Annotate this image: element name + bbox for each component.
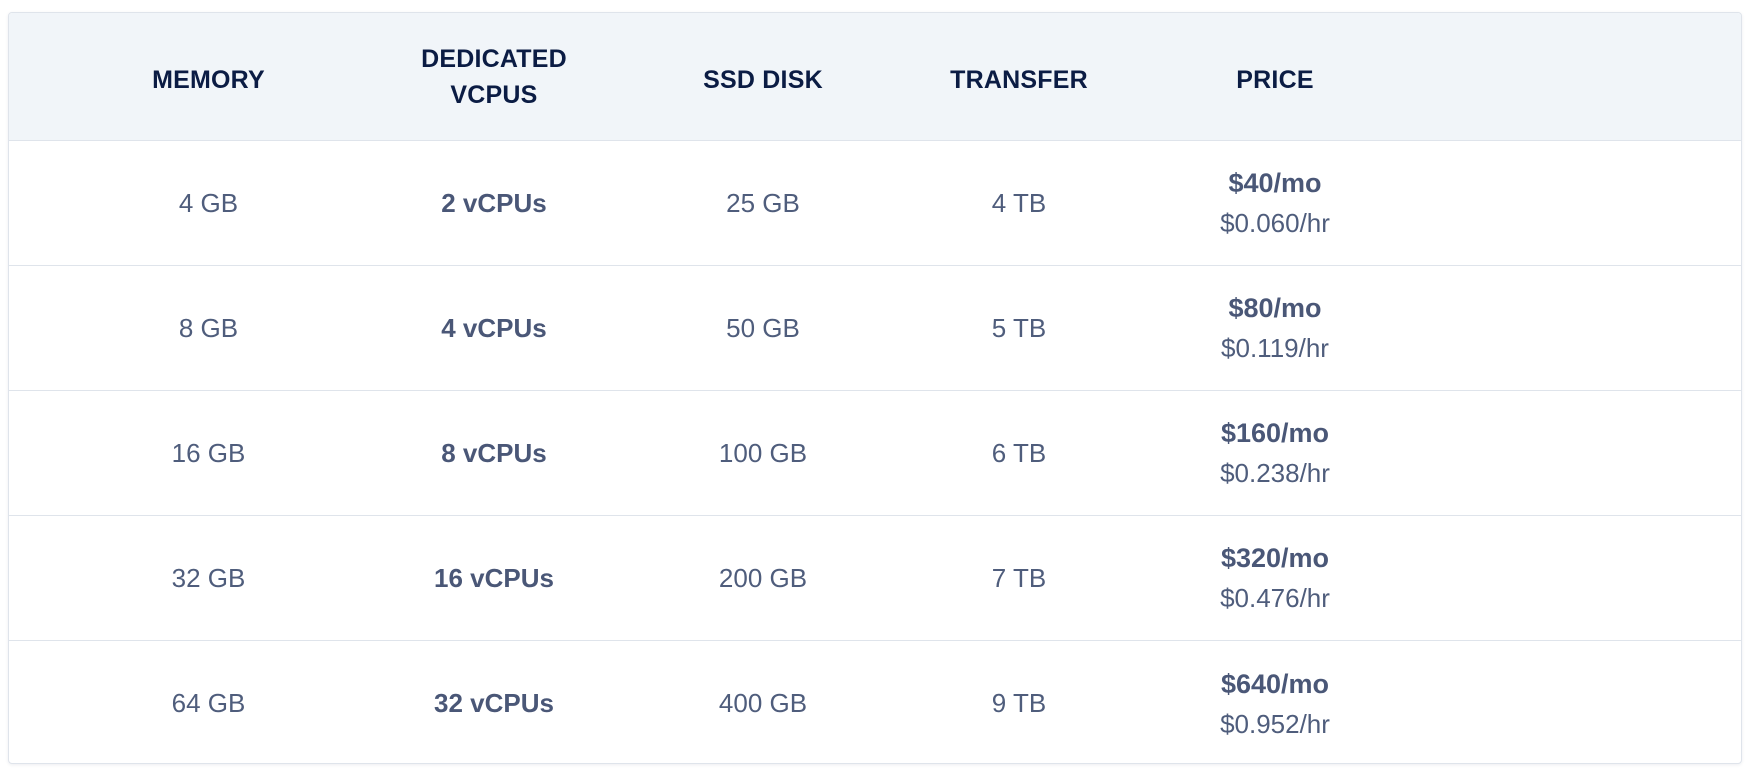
vcpus-cell: 8 vCPUs xyxy=(408,391,580,515)
transfer-cell: 5 TB xyxy=(946,266,1092,390)
transfer-value: 4 TB xyxy=(991,187,1047,218)
memory-value: 8 GB xyxy=(178,312,239,343)
header-price: PRICE xyxy=(1092,13,1458,140)
header-vcpus: DEDICATED VCPUS xyxy=(408,13,580,140)
transfer-cell: 9 TB xyxy=(946,641,1092,763)
vcpus-cell: 2 vCPUs xyxy=(408,141,580,265)
ssd-cell: 25 GB xyxy=(580,141,946,265)
transfer-value: 7 TB xyxy=(991,562,1047,593)
pricing-table: MEMORY DEDICATED VCPUS SSD DISK TRANSFER… xyxy=(8,12,1742,764)
price-cell: $80/mo $0.119/hr xyxy=(1092,266,1458,390)
price-cell: $320/mo $0.476/hr xyxy=(1092,516,1458,640)
row-spacer xyxy=(1458,391,1741,515)
memory-value: 4 GB xyxy=(178,187,239,218)
transfer-value: 6 TB xyxy=(991,437,1047,468)
vcpus-cell: 16 vCPUs xyxy=(408,516,580,640)
price-cell: $640/mo $0.952/hr xyxy=(1092,641,1458,763)
price-monthly: $640/mo xyxy=(1220,668,1330,699)
table-row: 8 GB 4 vCPUs 50 GB 5 TB $80/mo $0.119/hr xyxy=(9,266,1741,391)
price-hourly: $0.238/hr xyxy=(1220,458,1330,488)
header-vcpus-label-line2: VCPUS xyxy=(450,80,538,109)
header-memory: MEMORY xyxy=(9,13,408,140)
memory-value: 16 GB xyxy=(171,437,246,468)
memory-cell: 4 GB xyxy=(9,141,408,265)
transfer-cell: 4 TB xyxy=(946,141,1092,265)
table-row: 64 GB 32 vCPUs 400 GB 9 TB $640/mo $0.95… xyxy=(9,641,1741,763)
ssd-value: 50 GB xyxy=(726,312,800,343)
vcpus-cell: 4 vCPUs xyxy=(408,266,580,390)
table-row: 16 GB 8 vCPUs 100 GB 6 TB $160/mo $0.238… xyxy=(9,391,1741,516)
table-header-row: MEMORY DEDICATED VCPUS SSD DISK TRANSFER… xyxy=(9,13,1741,141)
header-spacer xyxy=(1458,13,1741,140)
ssd-value: 400 GB xyxy=(718,688,808,718)
price-hourly: $0.952/hr xyxy=(1220,708,1330,739)
ssd-cell: 50 GB xyxy=(580,266,946,390)
row-spacer xyxy=(1458,641,1741,763)
memory-value: 64 GB xyxy=(171,688,246,718)
memory-cell: 8 GB xyxy=(9,266,408,390)
price-monthly: $80/mo xyxy=(1228,293,1322,323)
vcpus-value: 2 vCPUs xyxy=(441,187,547,218)
row-spacer xyxy=(1458,266,1741,390)
header-ssd: SSD DISK xyxy=(580,13,946,140)
transfer-value: 5 TB xyxy=(991,312,1047,343)
ssd-cell: 400 GB xyxy=(580,641,946,763)
vcpus-cell: 32 vCPUs xyxy=(408,641,580,763)
header-transfer: TRANSFER xyxy=(946,13,1092,140)
price-monthly: $320/mo xyxy=(1220,543,1330,573)
vcpus-value: 32 vCPUs xyxy=(434,688,554,718)
ssd-value: 100 GB xyxy=(718,437,808,468)
table-row: 4 GB 2 vCPUs 25 GB 4 TB $40/mo $0.060/hr xyxy=(9,141,1741,266)
price-monthly: $160/mo xyxy=(1220,418,1330,448)
transfer-cell: 7 TB xyxy=(946,516,1092,640)
price-monthly: $40/mo xyxy=(1228,168,1322,198)
memory-cell: 32 GB xyxy=(9,516,408,640)
ssd-cell: 100 GB xyxy=(580,391,946,515)
price-hourly: $0.476/hr xyxy=(1220,583,1330,613)
row-spacer xyxy=(1458,516,1741,640)
price-cell: $40/mo $0.060/hr xyxy=(1092,141,1458,265)
memory-cell: 64 GB xyxy=(9,641,408,763)
header-memory-label: MEMORY xyxy=(152,65,265,94)
header-vcpus-label-line1: DEDICATED xyxy=(421,44,567,73)
transfer-value: 9 TB xyxy=(991,688,1047,718)
row-spacer xyxy=(1458,141,1741,265)
vcpus-value: 4 vCPUs xyxy=(441,312,547,343)
price-cell: $160/mo $0.238/hr xyxy=(1092,391,1458,515)
table-row: 32 GB 16 vCPUs 200 GB 7 TB $320/mo $0.47… xyxy=(9,516,1741,641)
header-transfer-label: TRANSFER xyxy=(950,65,1088,94)
transfer-cell: 6 TB xyxy=(946,391,1092,515)
ssd-value: 25 GB xyxy=(726,187,800,218)
price-hourly: $0.060/hr xyxy=(1220,208,1330,238)
ssd-value: 200 GB xyxy=(718,562,808,593)
memory-value: 32 GB xyxy=(171,562,246,593)
header-price-label: PRICE xyxy=(1236,65,1314,94)
price-hourly: $0.119/hr xyxy=(1221,333,1329,363)
ssd-cell: 200 GB xyxy=(580,516,946,640)
vcpus-value: 8 vCPUs xyxy=(441,437,547,468)
vcpus-value: 16 vCPUs xyxy=(434,562,554,593)
header-ssd-label: SSD DISK xyxy=(703,65,823,94)
memory-cell: 16 GB xyxy=(9,391,408,515)
